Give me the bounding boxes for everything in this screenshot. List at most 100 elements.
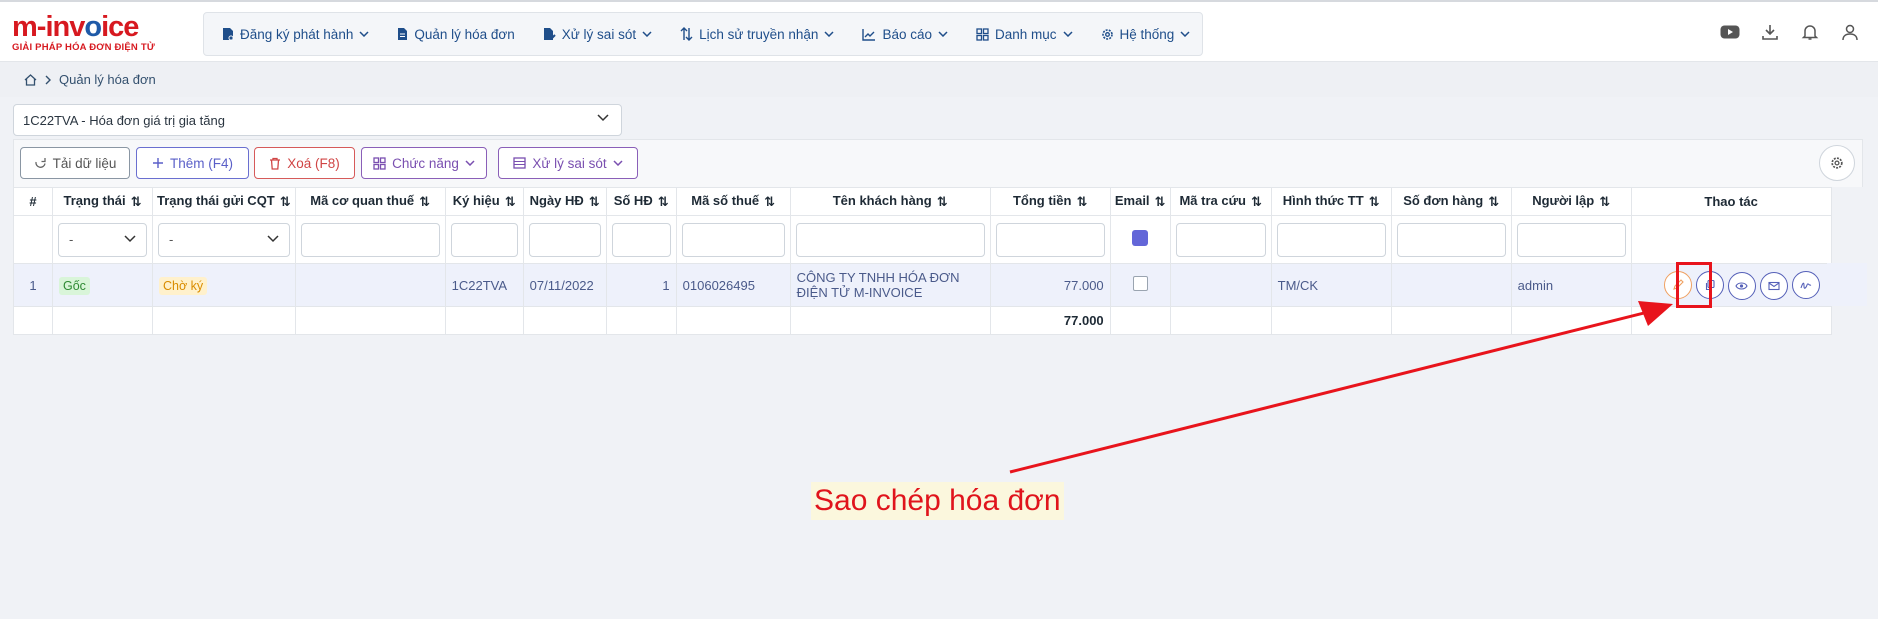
sort-icon[interactable]: ⇅ (1599, 194, 1610, 210)
sort-icon[interactable]: ⇅ (589, 194, 600, 210)
col-header-tax-id[interactable]: Mã số thuế ⇅ (675, 187, 791, 216)
customer-filter[interactable] (795, 222, 985, 257)
nav-label: Danh mục (994, 26, 1057, 42)
reload-button[interactable]: Tải dữ liệu (20, 147, 130, 179)
highlight-box (1676, 262, 1712, 308)
user-icon[interactable] (1840, 22, 1860, 42)
view-button[interactable] (1727, 271, 1756, 300)
breadcrumb: Quản lý hóa đơn (24, 72, 156, 87)
cell-number: 1 (605, 263, 677, 307)
email-checkbox[interactable] (1132, 276, 1148, 291)
error-handling-button[interactable]: Xử lý sai sót (498, 147, 638, 179)
email-button[interactable] (1759, 271, 1788, 300)
col-header-number[interactable]: Số HĐ ⇅ (605, 187, 677, 216)
symbol-filter[interactable] (450, 222, 518, 257)
bell-icon[interactable] (1800, 22, 1820, 42)
row-extension (1827, 263, 1867, 306)
delete-button[interactable]: Xoá (F8) (254, 147, 355, 179)
chevron-down-icon (642, 31, 652, 37)
sort-icon[interactable]: ⇅ (280, 194, 291, 210)
col-header-payment[interactable]: Hình thức TT ⇅ (1270, 187, 1392, 216)
number-filter[interactable] (611, 222, 671, 257)
invoice-type-value: 1C22TVA - Hóa đơn giá trị gia tăng (23, 112, 225, 128)
sort-icon[interactable]: ⇅ (1488, 194, 1499, 210)
sort-icon[interactable]: ⇅ (1155, 194, 1166, 210)
cell-customer: CÔNG TY TNHH HÓA ĐƠN ĐIỆN TỬ M-INVOICE (789, 263, 991, 307)
creator-filter[interactable] (1516, 222, 1626, 257)
filter-row: - - (13, 215, 1832, 264)
tax-office-filter[interactable] (300, 222, 440, 257)
status-filter[interactable]: - (58, 222, 147, 257)
breadcrumb-current[interactable]: Quản lý hóa đơn (59, 72, 156, 87)
table-row[interactable]: 1 Gốc Chờ ký 1C22TVA 07/11/2022 1 010602… (13, 263, 1832, 307)
nav-dang-ky-phat-hanh[interactable]: Đăng ký phát hành (222, 27, 369, 42)
annotation-caption: Sao chép hóa đơn (811, 482, 1064, 520)
col-header-creator[interactable]: Người lập ⇅ (1510, 187, 1632, 216)
grid-icon (373, 156, 386, 170)
col-header-customer[interactable]: Tên khách hàng ⇅ (789, 187, 991, 216)
chevron-down-icon (824, 31, 834, 37)
refresh-icon (34, 157, 46, 168)
status-badge: Gốc (59, 276, 90, 295)
tax-id-filter[interactable] (681, 222, 785, 257)
date-filter[interactable] (528, 222, 601, 257)
col-header-cqt-status[interactable]: Trạng thái gửi CQT ⇅ (152, 187, 296, 216)
col-header-tax-office[interactable]: Mã cơ quan thuế ⇅ (294, 187, 446, 216)
top-bar: m-invoice GIẢI PHÁP HÓA ĐƠN ĐIỆN TỬ Đăng… (0, 0, 1878, 62)
sort-icon[interactable]: ⇅ (1251, 194, 1262, 210)
file-register-icon (223, 28, 234, 41)
nav-label: Lịch sử truyền nhận (699, 26, 819, 42)
sign-button[interactable] (1791, 270, 1820, 299)
payment-filter[interactable] (1276, 222, 1386, 257)
lookup-filter[interactable] (1175, 222, 1266, 257)
invoice-type-select[interactable]: 1C22TVA - Hóa đơn giá trị gia tăng (13, 104, 622, 136)
nav-danh-muc[interactable]: Danh mục (976, 27, 1073, 42)
plus-icon (152, 158, 163, 168)
nav-bao-cao[interactable]: Báo cáo (862, 27, 948, 42)
col-header-actions: Thao tác (1630, 187, 1832, 216)
col-header-index: # (13, 187, 53, 216)
sort-icon[interactable]: ⇅ (937, 194, 948, 210)
download-icon[interactable] (1760, 22, 1780, 42)
nav-label: Hệ thống (1119, 26, 1175, 42)
sort-icon[interactable]: ⇅ (131, 194, 142, 210)
col-header-email[interactable]: Email ⇅ (1109, 187, 1171, 216)
sort-icon[interactable]: ⇅ (505, 194, 516, 210)
chevron-down-icon (613, 160, 623, 166)
logo-text-3: ice (101, 11, 139, 43)
col-header-total[interactable]: Tổng tiền ⇅ (989, 187, 1111, 216)
order-filter[interactable] (1396, 222, 1506, 257)
nav-he-thong[interactable]: Hệ thống (1101, 27, 1191, 42)
signature-icon (1800, 282, 1811, 289)
nav-lich-su-truyen-nhan[interactable]: Lịch sử truyền nhận (680, 27, 834, 42)
functions-button[interactable]: Chức năng (361, 147, 487, 179)
functions-label: Chức năng (392, 155, 459, 171)
col-header-status[interactable]: Trạng thái ⇅ (52, 187, 153, 216)
email-filter-checkbox[interactable] (1132, 230, 1149, 246)
col-header-symbol[interactable]: Ký hiệu ⇅ (444, 187, 524, 216)
sort-icon[interactable]: ⇅ (658, 194, 669, 210)
sort-icon[interactable]: ⇅ (1369, 194, 1380, 210)
cell-order (1390, 263, 1512, 307)
table-settings-button[interactable] (1819, 145, 1855, 181)
col-header-order[interactable]: Số đơn hàng ⇅ (1390, 187, 1512, 216)
total-filter[interactable] (995, 222, 1105, 257)
grid-icon (976, 27, 989, 41)
col-header-lookup[interactable]: Mã tra cứu ⇅ (1169, 187, 1272, 216)
col-header-date[interactable]: Ngày HĐ ⇅ (522, 187, 607, 216)
add-button[interactable]: Thêm (F4) (136, 147, 249, 179)
sort-icon[interactable]: ⇅ (419, 194, 430, 210)
cqt-status-filter[interactable]: - (158, 222, 290, 257)
sort-icon[interactable]: ⇅ (1076, 194, 1087, 210)
cell-payment: TM/CK (1270, 263, 1392, 307)
sort-icon[interactable]: ⇅ (764, 194, 775, 210)
total-row: 77.000 (13, 306, 1832, 335)
youtube-icon[interactable] (1720, 22, 1740, 42)
logo[interactable]: m-invoice GIẢI PHÁP HÓA ĐƠN ĐIỆN TỬ (12, 12, 172, 56)
nav-quan-ly-hoa-don[interactable]: Quản lý hóa đơn (397, 27, 515, 42)
chevron-down-icon (359, 31, 369, 37)
home-icon[interactable] (24, 73, 37, 86)
main-nav: Đăng ký phát hành Quản lý hóa đơn Xử lý … (203, 12, 1203, 56)
nav-xu-ly-sai-sot[interactable]: Xử lý sai sót (543, 27, 652, 42)
chevron-right-icon (45, 75, 51, 84)
